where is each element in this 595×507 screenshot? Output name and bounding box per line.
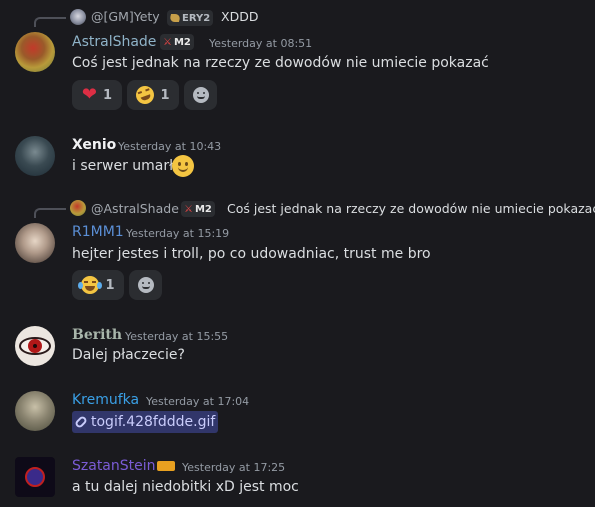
rofl-emoji-icon: [133, 83, 158, 107]
badge-label: M2: [194, 203, 212, 215]
message-berith: Berith Yesterday at 15:55 Dalej płaczeci…: [0, 318, 595, 373]
reply-connector: [34, 17, 66, 27]
link-icon: [73, 414, 89, 430]
message-r1mm1: @AstralShade ⚔ M2 Coś jest jednak na rze…: [0, 195, 595, 305]
author-name[interactable]: SzatanStein: [72, 458, 156, 474]
tears-of-joy-emoji-icon: [78, 276, 103, 294]
add-reaction-button[interactable]: [129, 270, 162, 300]
reply-avatar[interactable]: [70, 200, 86, 216]
avatar[interactable]: [15, 326, 55, 366]
author-name[interactable]: Kremufka: [72, 392, 139, 408]
message-text: hejter jestes i troll, po co udowadniac,…: [72, 246, 431, 262]
heart-icon: ❤: [81, 84, 98, 105]
message-xenio: Xenio Yesterday at 10:43 i serwer umarł: [0, 130, 595, 190]
add-emoji-icon: [137, 277, 154, 293]
sword-icon: ⚔: [163, 36, 172, 48]
reply-avatar[interactable]: [70, 9, 86, 25]
leaf-icon: [168, 14, 182, 22]
reaction-laughing[interactable]: 1: [127, 80, 179, 110]
timestamp[interactable]: Yesterday at 15:55: [125, 330, 228, 343]
timestamp[interactable]: Yesterday at 15:19: [126, 227, 229, 240]
timestamp[interactable]: Yesterday at 17:04: [146, 395, 249, 408]
message-text: i serwer umarł: [72, 158, 174, 174]
reaction-count: 1: [105, 277, 115, 293]
reaction-count: 1: [160, 87, 170, 103]
author-name[interactable]: R1MM1: [72, 224, 124, 240]
reaction-count: 1: [103, 87, 113, 103]
reply-connector: [34, 208, 66, 218]
avatar[interactable]: [15, 32, 55, 72]
avatar[interactable]: [15, 457, 55, 497]
sword-icon: ⚔: [184, 203, 193, 215]
add-reaction-button[interactable]: [184, 80, 217, 110]
reply-badge: ERY2: [167, 10, 214, 26]
message-szatanstein: SzatanStein Yesterday at 17:25 a tu dale…: [0, 452, 595, 507]
message-astralshade: @[GM]Yety ERY2 XDDD AstralShade ⚔ M2 Yes…: [0, 0, 595, 118]
reply-author[interactable]: @AstralShade: [91, 201, 179, 216]
add-emoji-icon: [192, 87, 209, 103]
avatar[interactable]: [15, 391, 55, 431]
gif-attachment-link[interactable]: togif.428fddde.gif: [72, 411, 219, 433]
message-text: Dalej płaczecie?: [72, 347, 185, 363]
reaction-tears-of-joy[interactable]: 1: [72, 270, 124, 300]
reply-text[interactable]: XDDD: [221, 9, 258, 24]
message-text: Coś jest jednak na rzeczy ze dowodów nie…: [72, 55, 489, 71]
reply-author[interactable]: @[GM]Yety: [91, 9, 160, 24]
reaction-heart[interactable]: ❤ 1: [72, 80, 122, 110]
avatar[interactable]: [15, 223, 55, 263]
flag-badge-icon: [157, 461, 175, 471]
timestamp[interactable]: Yesterday at 10:43: [118, 140, 221, 153]
attachment-name: togif.428fddde.gif: [91, 414, 216, 430]
badge-label: M2: [173, 36, 191, 48]
reply-badge: ⚔ M2: [181, 201, 215, 217]
avatar[interactable]: [15, 136, 55, 176]
message-text: a tu dalej niedobitki xD jest moc: [72, 479, 299, 495]
role-badge: ⚔ M2: [160, 34, 194, 50]
badge-label: ERY2: [182, 12, 211, 24]
author-name[interactable]: Xenio: [72, 137, 116, 153]
author-name[interactable]: Berith: [72, 327, 122, 343]
ss-logo-icon: [25, 467, 45, 487]
timestamp[interactable]: Yesterday at 08:51: [209, 37, 312, 50]
timestamp[interactable]: Yesterday at 17:25: [182, 461, 285, 474]
reply-text[interactable]: Coś jest jednak na rzeczy ze dowodów nie…: [227, 201, 595, 216]
message-kremufka: Kremufka Yesterday at 17:04 togif.428fdd…: [0, 385, 595, 440]
author-name[interactable]: AstralShade: [72, 34, 156, 50]
slight-smile-emoji-icon: [172, 155, 194, 177]
